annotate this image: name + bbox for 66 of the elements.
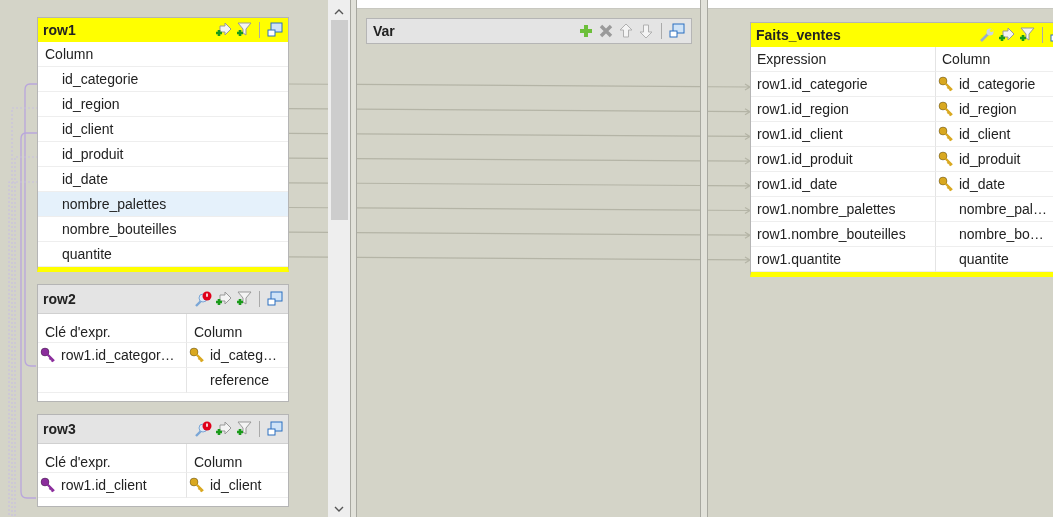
column-header: Column <box>942 51 991 67</box>
table-title: row2 <box>43 291 76 307</box>
column-text: id_client <box>210 477 262 493</box>
add-filter-icon[interactable] <box>236 22 252 38</box>
window-icon[interactable] <box>267 291 283 307</box>
expression-text: row1.id_region <box>757 101 849 117</box>
scroll-down-icon[interactable] <box>334 505 344 513</box>
key-icon <box>189 347 205 363</box>
add-arrow-icon[interactable] <box>216 22 232 38</box>
expression-text: row1.id_client <box>61 477 147 493</box>
expression-text: row1.nombre_bouteilles <box>757 226 906 242</box>
column-text: nombre_pal… <box>959 201 1047 217</box>
table-title: Var <box>373 23 395 39</box>
add-arrow-icon[interactable] <box>216 291 232 307</box>
expression-text: row1.id_categorie <box>757 76 868 92</box>
column-text: id_produit <box>959 151 1021 167</box>
key-icon <box>938 151 954 167</box>
search-warning-icon[interactable] <box>194 421 212 437</box>
expression-text: row1.id_date <box>757 176 838 192</box>
column-text: id_client <box>959 126 1011 142</box>
search-warning-icon[interactable] <box>194 291 212 307</box>
column-header: Clé d'expr. <box>45 454 111 470</box>
move-down-icon[interactable] <box>638 23 654 39</box>
wrench-icon[interactable] <box>979 27 995 43</box>
column-text: reference <box>210 372 270 388</box>
expression-text: row1.id_produit <box>757 151 853 167</box>
column-row[interactable]: nombre_palettes <box>38 192 288 217</box>
key-icon <box>938 176 954 192</box>
column-text: id_region <box>959 101 1017 117</box>
scroll-up-icon[interactable] <box>334 8 344 16</box>
move-up-icon[interactable] <box>618 23 634 39</box>
scroll-thumb[interactable] <box>330 20 348 220</box>
add-filter-icon[interactable] <box>236 421 252 437</box>
key-icon <box>40 477 56 493</box>
table-title: row3 <box>43 421 76 437</box>
window-icon[interactable] <box>669 23 685 39</box>
delete-icon[interactable] <box>598 23 614 39</box>
column-header: Expression <box>757 51 827 67</box>
add-arrow-icon[interactable] <box>999 27 1015 43</box>
column-header: Clé d'expr. <box>45 324 111 340</box>
expression-text: row1.quantite <box>757 251 842 267</box>
add-filter-icon[interactable] <box>236 291 252 307</box>
column-text: quantite <box>959 251 1009 267</box>
key-icon <box>938 101 954 117</box>
key-icon <box>189 477 205 493</box>
window-icon[interactable] <box>267 22 283 38</box>
column-text: nombre_bo… <box>959 226 1044 242</box>
scrollbar[interactable] <box>328 0 350 517</box>
column-text: id_categorie <box>959 76 1036 92</box>
expression-text: row1.nombre_palettes <box>757 201 896 217</box>
column-header: Column <box>45 46 94 62</box>
key-icon <box>938 126 954 142</box>
table-title: Faits_ventes <box>756 27 841 43</box>
column-header: Column <box>194 324 243 340</box>
window-icon[interactable] <box>267 421 283 437</box>
column-header: Column <box>194 454 243 470</box>
expression-text: row1.id_client <box>757 126 843 142</box>
table-title: row1 <box>43 22 76 38</box>
add-icon[interactable] <box>578 23 594 39</box>
column-text: id_categ… <box>210 347 277 363</box>
add-filter-icon[interactable] <box>1019 27 1035 43</box>
key-icon <box>938 76 954 92</box>
column-text: id_date <box>959 176 1005 192</box>
key-icon <box>40 347 56 363</box>
add-arrow-icon[interactable] <box>216 421 232 437</box>
expression-text: row1.id_categor… <box>61 347 175 363</box>
